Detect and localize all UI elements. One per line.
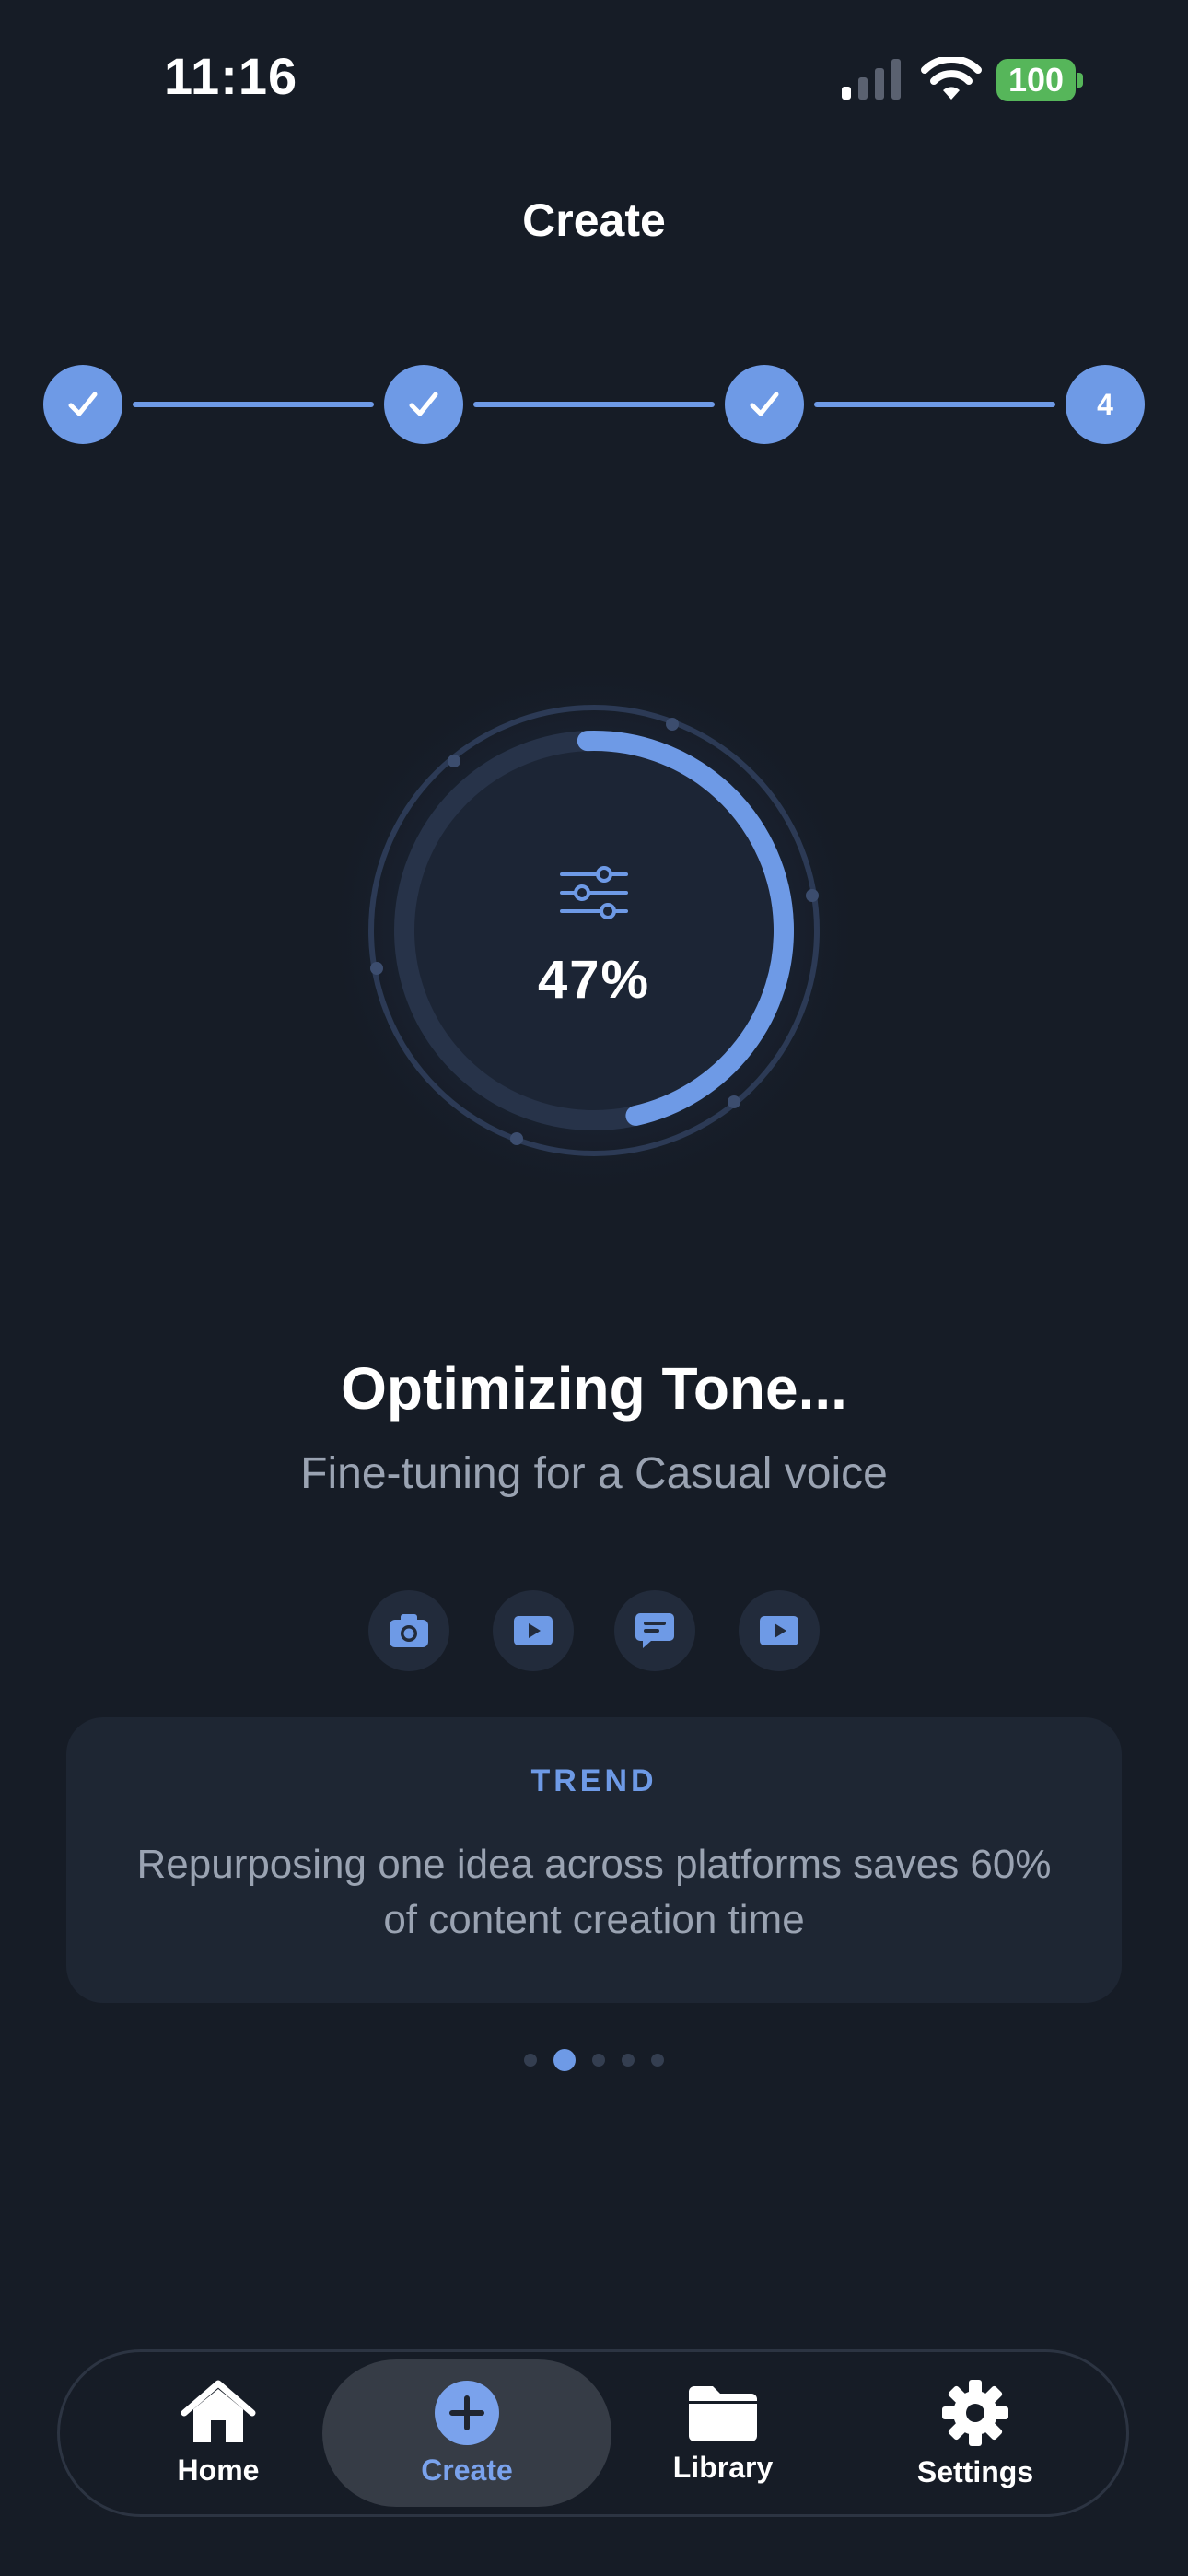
progress-percent: 47% [537, 950, 651, 1010]
step-1-complete [43, 365, 122, 444]
tab-library[interactable]: Library [596, 2352, 850, 2514]
cellular-signal-icon [842, 59, 901, 100]
sliders-icon [560, 866, 628, 919]
pager-dot [592, 2054, 605, 2067]
platform-camera [368, 1590, 449, 1671]
pager-dot-active [553, 2049, 576, 2071]
page-title: Create [522, 194, 666, 246]
pager-dot [524, 2054, 537, 2067]
step-4-current: 4 [1066, 365, 1145, 444]
tab-label: Settings [916, 2454, 1034, 2488]
progress-ring [318, 654, 870, 1207]
plus-circle-icon [435, 2380, 499, 2445]
bottom-tab-bar: Home Create Library Settings [57, 2349, 1129, 2517]
step-connector [814, 402, 1055, 407]
checkmark-icon [750, 392, 779, 416]
camera-icon [390, 1614, 428, 1647]
pager-dot [622, 2054, 635, 2067]
status-time: 11:16 [164, 47, 298, 105]
gear-icon [942, 2379, 1008, 2446]
tab-home[interactable]: Home [91, 2352, 345, 2514]
battery-level: 100 [996, 59, 1076, 101]
step-connector [473, 402, 715, 407]
platform-chat [614, 1590, 695, 1671]
checkmark-icon [409, 392, 438, 416]
step-number: 4 [1097, 387, 1113, 421]
tab-label: Create [421, 2453, 513, 2487]
card-text: Repurposing one idea across platforms sa… [136, 1842, 1052, 1942]
platform-video [739, 1590, 820, 1671]
video-play-icon [760, 1616, 798, 1645]
platform-video [493, 1590, 574, 1671]
step-3-complete [725, 365, 804, 444]
trend-tip-card: TREND Repurposing one idea across platfo… [66, 1717, 1122, 2003]
battery-indicator: 100 [996, 59, 1083, 101]
status-headline: Optimizing Tone... [341, 1355, 847, 1422]
tab-label: Home [177, 2453, 260, 2487]
tab-settings[interactable]: Settings [848, 2352, 1102, 2514]
tab-label: Library [672, 2450, 774, 2484]
wifi-icon [921, 57, 982, 100]
step-connector [133, 402, 374, 407]
step-2-complete [384, 365, 463, 444]
card-tag: TREND [530, 1763, 658, 1798]
pager-dot [651, 2054, 664, 2067]
home-icon [181, 2380, 256, 2442]
chat-bubble-icon [635, 1613, 674, 1648]
video-play-icon [514, 1616, 553, 1645]
pager-dots [0, 2047, 1188, 2073]
status-subline: Fine-tuning for a Casual voice [300, 1449, 888, 1498]
tab-create[interactable]: Create [322, 2359, 611, 2507]
folder-icon [689, 2385, 757, 2441]
progress-stepper: 4 [0, 365, 1188, 448]
checkmark-icon [68, 392, 98, 416]
